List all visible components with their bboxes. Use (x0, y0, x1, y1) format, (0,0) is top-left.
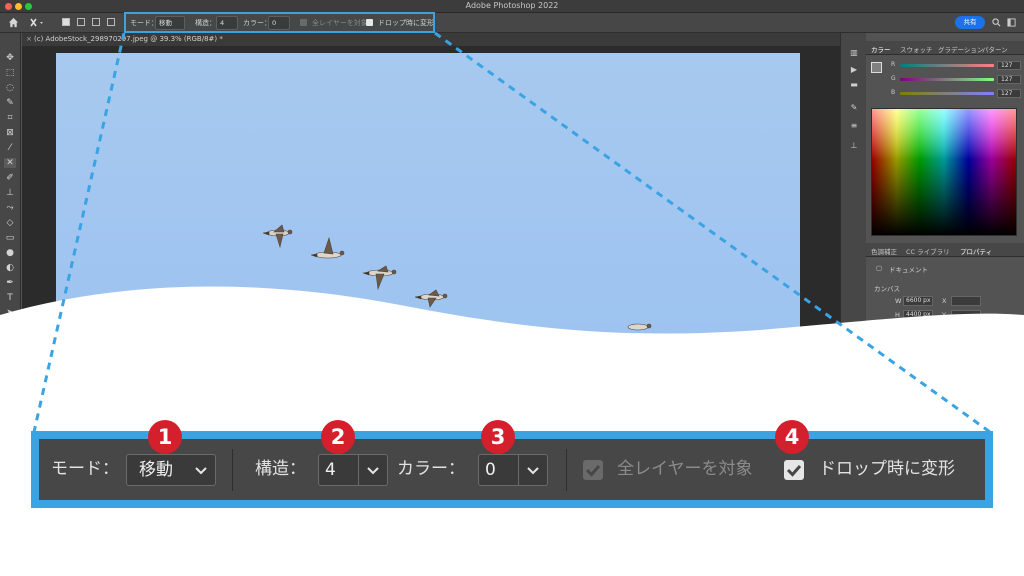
callout-badge-2: 2 (321, 420, 355, 454)
wave-divider (0, 286, 1024, 360)
brush-tool-icon[interactable]: ✐ (4, 173, 16, 183)
crop-tool-icon[interactable]: ⌗ (4, 113, 16, 123)
tab-swatches[interactable]: スウォッチ (900, 44, 933, 54)
clone-source-icon[interactable]: ⊥ (849, 141, 859, 151)
callout-badge-1: 1 (148, 420, 182, 454)
new-selection-icon[interactable] (62, 18, 70, 26)
color-label: カラー： (397, 459, 465, 479)
share-button[interactable]: 共有 (955, 16, 985, 29)
comments-icon[interactable]: ▬ (849, 80, 859, 90)
tab-cc-libraries[interactable]: CC ライブラリ (906, 246, 950, 256)
slider-label-r: R (891, 61, 896, 68)
transform-on-drop-label: ドロップ時に変形 (819, 459, 955, 479)
stamp-tool-icon[interactable]: ⊥ (4, 188, 16, 198)
checkmark-icon (585, 465, 601, 477)
slider-label-g: G (891, 75, 896, 82)
tab-adjustments[interactable]: 色調補正 (871, 246, 897, 256)
mode-dropdown[interactable]: 移動 (126, 454, 216, 486)
callout-badge-4: 4 (775, 420, 809, 454)
history-brush-tool-icon[interactable]: ⤳ (4, 203, 16, 213)
chevron-down-icon (195, 467, 207, 475)
document-tab-label: (c) AdobeStock_298970297.jpeg @ 39.3% (R… (34, 35, 223, 43)
marquee-tool-icon[interactable]: ⬚ (4, 68, 16, 78)
slider-row-g: G 127 (878, 75, 1024, 84)
chevron-down-icon (527, 467, 539, 475)
value-g[interactable]: 127 (997, 75, 1021, 84)
tab-properties[interactable]: プロパティ (960, 246, 992, 256)
callout-badge-3: 3 (481, 420, 515, 454)
brush-settings-icon[interactable]: ✎ (849, 103, 859, 113)
mode-value: 移動 (139, 460, 173, 480)
add-to-selection-icon[interactable] (77, 18, 85, 26)
frame-tool-icon[interactable]: ⊠ (4, 128, 16, 138)
color-panel-tabs: カラー スウォッチ グラデーション パターン (866, 41, 1024, 55)
separator (566, 449, 567, 491)
tab-color[interactable]: カラー (871, 44, 891, 54)
search-icon[interactable] (992, 18, 1001, 27)
dropdown-divider (358, 455, 359, 485)
transform-on-drop-checkbox[interactable] (784, 460, 804, 480)
chevron-down-icon (367, 467, 379, 475)
mode-label: モード： (51, 459, 119, 479)
slider-label-b: B (891, 89, 896, 96)
quick-selection-tool-icon[interactable]: ✎ (4, 98, 16, 108)
zoomed-options-inner: モード： 移動 構造： 4 カラー： 0 全レイヤーを対象 ドロップ時に変形 (39, 439, 985, 500)
structure-dropdown[interactable]: 4 (318, 454, 388, 486)
value-r[interactable]: 127 (997, 61, 1021, 70)
duck-2 (310, 236, 345, 259)
gradient-tool-icon[interactable]: ▭ (4, 233, 16, 243)
checkmark-icon (786, 465, 802, 477)
intersect-selection-icon[interactable] (107, 18, 115, 26)
value-b[interactable]: 127 (997, 89, 1021, 98)
color-dropdown[interactable]: 0 (478, 454, 548, 486)
all-layers-checkbox[interactable] (583, 460, 603, 480)
tab-patterns[interactable]: パターン (982, 44, 1008, 54)
document-icon: ▢ (876, 264, 883, 272)
structure-label: 構造： (255, 459, 306, 479)
document-tab[interactable]: × (c) AdobeStock_298970297.jpeg @ 39.3% … (22, 33, 840, 47)
close-tab-icon[interactable]: × (26, 35, 32, 43)
subtract-selection-icon[interactable] (92, 18, 100, 26)
tab-gradients[interactable]: グラデーション (938, 44, 983, 54)
workspace-icon[interactable] (1007, 18, 1016, 27)
slider-r[interactable] (900, 64, 994, 67)
lasso-tool-icon[interactable]: ◌ (4, 83, 16, 93)
all-layers-label: 全レイヤーを対象 (617, 459, 753, 479)
slider-row-b: B 127 (878, 89, 1024, 98)
color-value: 0 (485, 460, 496, 480)
slider-g[interactable] (900, 78, 994, 81)
history-panel-icon[interactable]: ▥ (849, 48, 859, 58)
slider-row-r: R 127 (878, 61, 1024, 70)
eraser-tool-icon[interactable]: ◇ (4, 218, 16, 228)
slider-b[interactable] (900, 92, 994, 95)
content-aware-move-tool-icon[interactable] (30, 17, 44, 28)
properties-panel-tabs: 色調補正 CC ライブラリ プロパティ (866, 243, 1024, 257)
blur-tool-icon[interactable]: ● (4, 248, 16, 258)
play-actions-icon[interactable]: ▶ (849, 65, 859, 75)
window-title: Adobe Photoshop 2022 (465, 1, 559, 10)
move-tool-icon[interactable]: ✥ (4, 53, 16, 63)
adjustments-icon[interactable]: ≡ (849, 121, 859, 131)
eyedropper-tool-icon[interactable]: ⁄ (4, 143, 16, 153)
home-icon[interactable] (8, 17, 19, 28)
dropdown-divider (518, 455, 519, 485)
dodge-tool-icon[interactable]: ◐ (4, 263, 16, 273)
duck-1 (262, 224, 293, 249)
separator (232, 449, 233, 491)
content-aware-move-tool-icon[interactable]: ✕ (4, 158, 16, 168)
options-highlight-frame (124, 12, 435, 33)
structure-value: 4 (325, 460, 336, 480)
color-spectrum-picker[interactable] (871, 108, 1017, 236)
document-label: ドキュメント (889, 266, 928, 274)
